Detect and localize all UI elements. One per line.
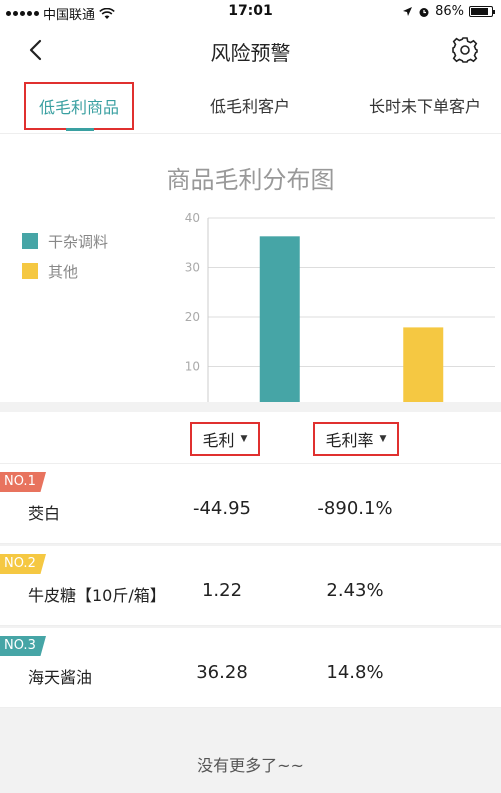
battery-icon bbox=[469, 6, 495, 17]
margin-header-label: 毛利 bbox=[202, 431, 235, 450]
sort-by-margin-button[interactable]: 毛利 ▼ bbox=[190, 422, 260, 456]
y-tick-label: 20 bbox=[185, 310, 200, 324]
legend-item: 其他 bbox=[22, 256, 108, 286]
section-divider bbox=[0, 402, 501, 412]
gear-icon[interactable] bbox=[451, 36, 479, 64]
page-title: 风险预警 bbox=[210, 41, 291, 65]
product-name: 牛皮糖【10斤/箱】 bbox=[28, 586, 166, 605]
rank-badge: NO.1 bbox=[0, 472, 46, 492]
caret-down-icon: ▼ bbox=[379, 434, 387, 444]
product-name: 茭白 bbox=[28, 504, 61, 523]
tab-bar: 低毛利商品 低毛利客户 长时未下单客户 bbox=[0, 76, 501, 134]
legend-item: 干杂调料 bbox=[22, 226, 108, 256]
margin-value: 36.28 bbox=[196, 662, 248, 683]
bar-other bbox=[403, 327, 444, 402]
no-more-message: 没有更多了~~ bbox=[197, 756, 304, 775]
chart-legend: 干杂调料 其他 bbox=[22, 226, 108, 286]
chart-title: 商品毛利分布图 bbox=[166, 166, 335, 194]
tab-low-margin-customers[interactable]: 低毛利客户 bbox=[190, 76, 310, 134]
margin-value: 1.22 bbox=[201, 580, 243, 601]
bar-chart: 10 20 30 40 bbox=[185, 211, 495, 402]
tab-inactive-customers[interactable]: 长时未下单客户 bbox=[350, 76, 500, 134]
margin-rate-value: 14.8% bbox=[326, 662, 384, 683]
table-header: 毛利 ▼ 毛利率 ▼ bbox=[0, 412, 501, 464]
list-footer: 没有更多了~~ bbox=[0, 710, 501, 793]
margin-rate-value: 2.43% bbox=[326, 580, 384, 601]
legend-label: 干杂调料 bbox=[48, 232, 109, 251]
chart-panel: 商品毛利分布图 干杂调料 其他 10 20 30 40 bbox=[0, 134, 501, 402]
active-tab-indicator bbox=[66, 128, 94, 131]
product-name: 海天酱油 bbox=[28, 668, 93, 687]
margin-value: -44.95 bbox=[192, 498, 252, 519]
margin-rate-value: -890.1% bbox=[317, 498, 393, 519]
battery-percent: 86% bbox=[435, 4, 464, 19]
y-tick-label: 40 bbox=[185, 211, 200, 225]
legend-swatch-0 bbox=[22, 233, 38, 249]
status-bar: 中国联通 17:01 86% bbox=[0, 0, 501, 24]
y-tick-label: 10 bbox=[185, 360, 200, 374]
rank-badge: NO.3 bbox=[0, 636, 46, 656]
status-right: 86% bbox=[402, 4, 495, 19]
location-arrow-icon bbox=[403, 7, 413, 16]
tab-low-margin-products[interactable]: 低毛利商品 bbox=[24, 82, 134, 130]
caret-down-icon: ▼ bbox=[240, 434, 248, 444]
margin-rate-header-label: 毛利率 bbox=[325, 431, 374, 450]
table-row[interactable]: NO.3 海天酱油 36.28 14.8% bbox=[0, 628, 501, 708]
rank-badge: NO.2 bbox=[0, 554, 46, 574]
y-tick-label: 30 bbox=[185, 261, 200, 275]
table-row[interactable]: NO.1 茭白 -44.95 -890.1% bbox=[0, 464, 501, 544]
nav-bar: 风险预警 bbox=[0, 24, 501, 76]
table-row[interactable]: NO.2 牛皮糖【10斤/箱】 1.22 2.43% bbox=[0, 546, 501, 626]
alarm-clock-icon bbox=[419, 7, 429, 17]
legend-swatch-1 bbox=[22, 263, 38, 279]
bar-dry-seasoning bbox=[259, 236, 300, 402]
sort-by-margin-rate-button[interactable]: 毛利率 ▼ bbox=[313, 422, 399, 456]
legend-label: 其他 bbox=[48, 262, 79, 281]
